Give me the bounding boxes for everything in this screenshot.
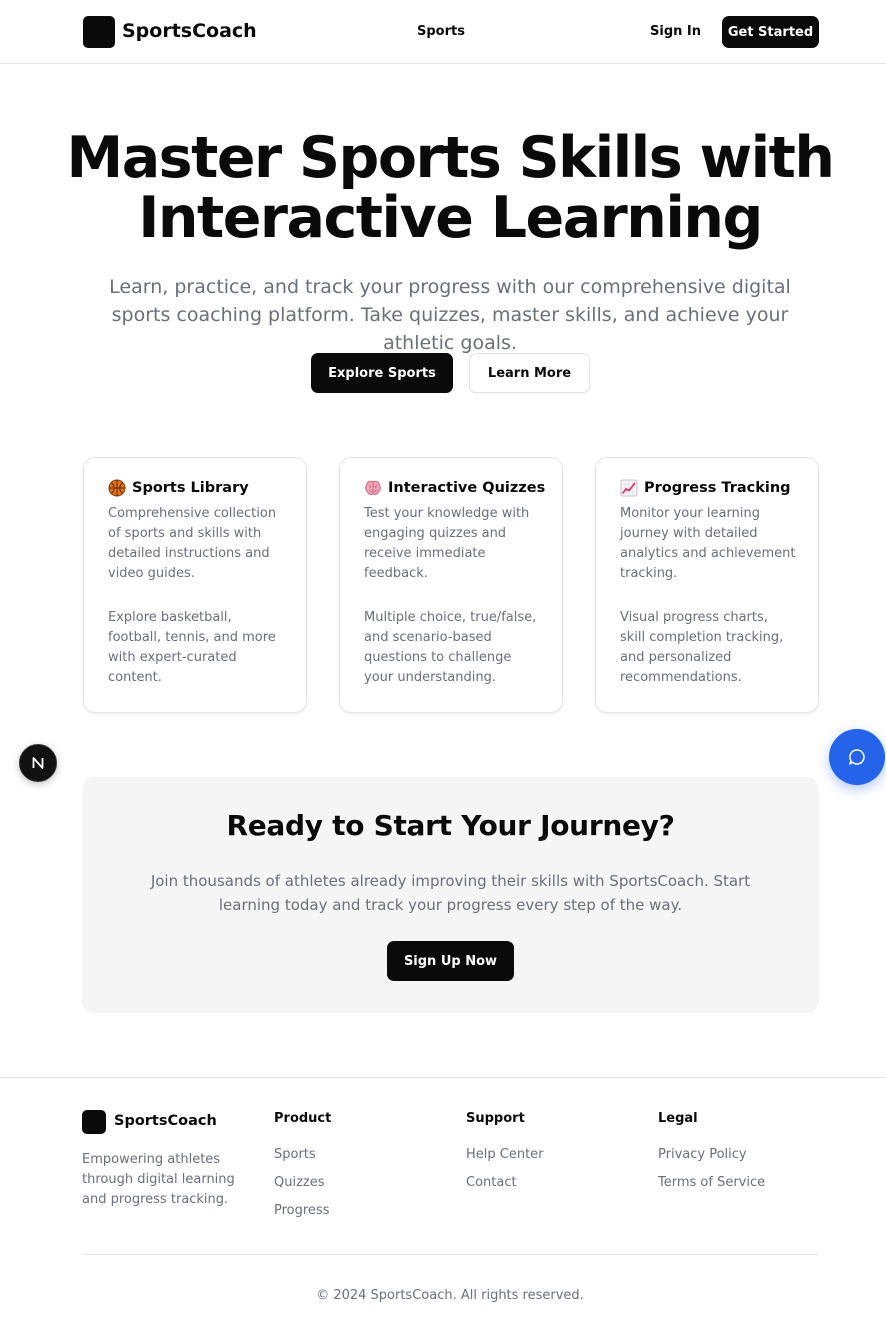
brain-icon — [364, 480, 384, 496]
site-header: SportsCoach Sports Sign In Get Started — [0, 0, 886, 64]
brand-logo-icon[interactable] — [83, 16, 115, 48]
feature-card-description: Comprehensive collection of sports and s… — [108, 506, 277, 581]
chart-increasing-icon — [620, 479, 640, 497]
footer-link-help-center[interactable]: Help Center — [466, 1147, 544, 1162]
footer-heading-support: Support — [466, 1111, 525, 1126]
footer-brand-logo-icon[interactable] — [82, 1110, 106, 1134]
footer-bottom-divider — [82, 1254, 819, 1255]
feature-title-text: Sports Library — [132, 480, 249, 496]
basketball-icon — [108, 479, 128, 497]
feature-title-text: Interactive Quizzes — [388, 480, 546, 496]
get-started-button[interactable]: Get Started — [722, 16, 819, 48]
feature-card-title: Interactive Quizzes — [364, 480, 545, 496]
footer-tagline: Empowering athletes through digital lear… — [82, 1152, 235, 1207]
footer-divider — [0, 1077, 886, 1078]
nav-link-sports[interactable]: Sports — [417, 24, 465, 39]
explore-sports-button[interactable]: Explore Sports — [311, 353, 453, 393]
cta-section: Ready to Start Your Journey? Join thousa… — [82, 777, 819, 1013]
sign-in-link[interactable]: Sign In — [650, 24, 701, 39]
footer-link-progress[interactable]: Progress — [274, 1203, 329, 1218]
feature-card-body: Explore basketball, football, tennis, an… — [108, 610, 276, 685]
footer-heading-legal: Legal — [658, 1111, 698, 1126]
feature-card-description: Monitor your learning journey with detai… — [620, 506, 796, 581]
footer-brand-name[interactable]: SportsCoach — [114, 1113, 217, 1129]
footer-link-privacy-policy[interactable]: Privacy Policy — [658, 1147, 747, 1162]
hero-subtitle: Learn, practice, and track your progress… — [109, 276, 791, 354]
footer-heading-product: Product — [274, 1111, 332, 1126]
feature-card-body: Multiple choice, true/false, and scenari… — [364, 610, 537, 685]
cta-title: Ready to Start Your Journey? — [226, 809, 675, 842]
chat-bubble-icon — [849, 749, 865, 765]
footer-link-contact[interactable]: Contact — [466, 1175, 517, 1190]
feature-card-progress-tracking: Progress Tracking Monitor your learning … — [595, 457, 819, 713]
feature-card-sports-library: Sports Library Comprehensive collection … — [83, 457, 307, 713]
feature-title-text: Progress Tracking — [644, 480, 791, 496]
cta-text: Join thousands of athletes already impro… — [150, 872, 751, 914]
chat-button[interactable] — [829, 729, 885, 785]
nextjs-logo-icon[interactable] — [19, 744, 57, 782]
feature-card-body: Visual progress charts, skill completion… — [620, 610, 784, 685]
feature-card-title: Sports Library — [108, 479, 249, 497]
hero-title-line-2: Interactive Learning — [138, 185, 763, 251]
copyright-text: © 2024 SportsCoach. All rights reserved. — [316, 1288, 584, 1303]
feature-card-description: Test your knowledge with engaging quizze… — [364, 506, 530, 581]
hero-title: Master Sports Skills with Interactive Le… — [40, 128, 860, 248]
hero-title-line-1: Master Sports Skills with — [66, 125, 836, 191]
brand-name[interactable]: SportsCoach — [122, 20, 257, 42]
learn-more-button[interactable]: Learn More — [469, 353, 590, 393]
footer-link-sports[interactable]: Sports — [274, 1147, 316, 1162]
feature-card-title: Progress Tracking — [620, 479, 791, 497]
sign-up-now-button[interactable]: Sign Up Now — [387, 941, 514, 981]
footer-link-quizzes[interactable]: Quizzes — [274, 1175, 325, 1190]
feature-card-interactive-quizzes: Interactive Quizzes Test your knowledge … — [339, 457, 563, 713]
footer-link-terms-of-service[interactable]: Terms of Service — [658, 1175, 765, 1190]
